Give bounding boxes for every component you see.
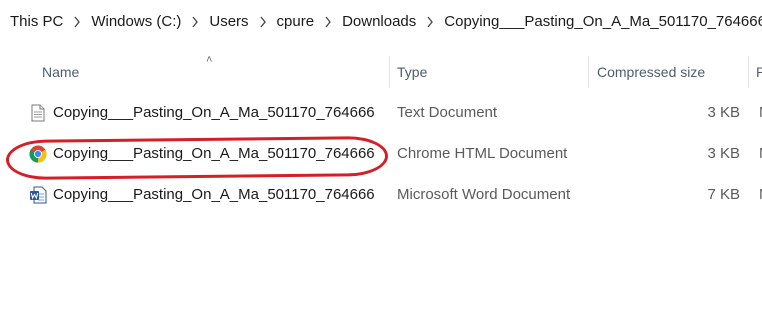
breadcrumb-cpure[interactable]: cpure: [277, 13, 315, 30]
address-bar[interactable]: This PC Windows (C:) Users cpure Downloa…: [0, 0, 762, 43]
word-document-icon: [29, 186, 47, 204]
breadcrumb-downloads[interactable]: Downloads: [342, 13, 416, 30]
breadcrumb-users[interactable]: Users: [209, 13, 248, 30]
file-type: Text Document: [397, 104, 498, 121]
chevron-right-icon[interactable]: [191, 16, 199, 28]
file-type: Chrome HTML Document: [397, 145, 568, 162]
breadcrumb-this-pc[interactable]: This PC: [10, 13, 63, 30]
file-name: Copying___Pasting_On_A_Ma_501170_764666: [53, 186, 375, 203]
column-compressed-size[interactable]: Compressed size: [597, 64, 705, 80]
file-size: 3 KB: [707, 145, 740, 162]
chevron-right-icon[interactable]: [259, 16, 267, 28]
file-row[interactable]: Copying___Pasting_On_A_Ma_501170_764666 …: [24, 139, 762, 169]
sort-ascending-icon: ˄: [206, 54, 213, 66]
column-partial[interactable]: P: [756, 64, 762, 80]
file-row[interactable]: Copying___Pasting_On_A_Ma_501170_764666 …: [24, 98, 762, 128]
file-row[interactable]: Copying___Pasting_On_A_Ma_501170_764666 …: [24, 180, 762, 210]
chevron-right-icon[interactable]: [324, 16, 332, 28]
breadcrumb-current-folder[interactable]: Copying___Pasting_On_A_Ma_501170_764666: [444, 13, 762, 30]
breadcrumb-windows-c[interactable]: Windows (C:): [91, 13, 181, 30]
column-type[interactable]: Type: [397, 64, 427, 80]
column-header: ˄ Name Type Compressed size P: [0, 54, 762, 90]
chevron-right-icon[interactable]: [426, 16, 434, 28]
text-document-icon: [29, 104, 47, 122]
file-size: 3 KB: [707, 104, 740, 121]
column-divider[interactable]: [389, 56, 390, 88]
chevron-right-icon[interactable]: [73, 16, 81, 28]
column-divider[interactable]: [748, 56, 749, 88]
file-type: Microsoft Word Document: [397, 186, 571, 203]
chrome-icon: [29, 145, 47, 163]
file-name: Copying___Pasting_On_A_Ma_501170_764666: [53, 145, 375, 162]
file-size: 7 KB: [707, 186, 740, 203]
file-name: Copying___Pasting_On_A_Ma_501170_764666: [53, 104, 375, 121]
column-divider[interactable]: [588, 56, 589, 88]
column-name[interactable]: Name: [42, 64, 79, 80]
